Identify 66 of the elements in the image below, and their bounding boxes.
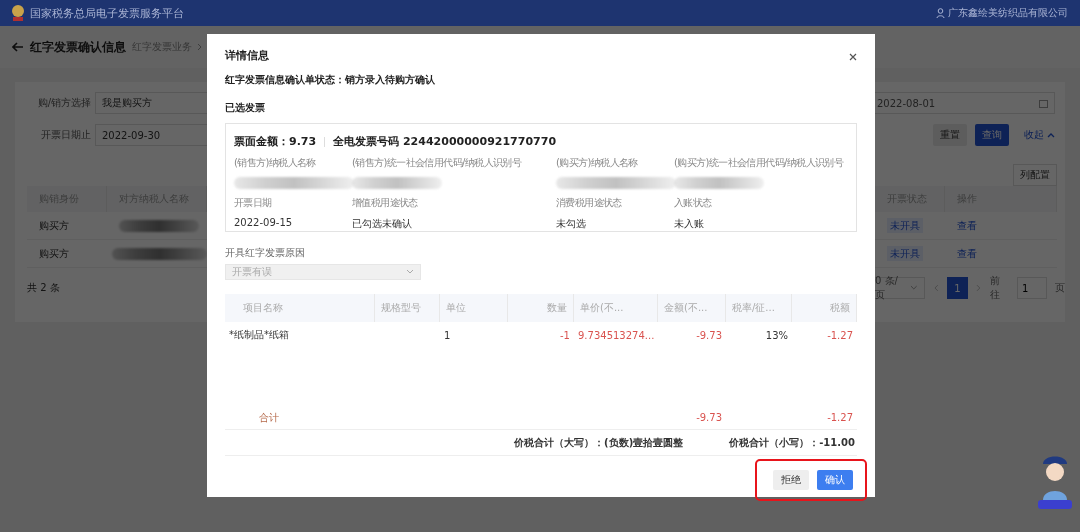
field-label: (销售方)纳税人名称 — [234, 157, 316, 169]
sum-text: 价税合计（小写）：-11.00 — [729, 435, 855, 450]
chevron-down-icon — [910, 285, 918, 291]
confirm-button[interactable]: 确认 — [817, 470, 853, 490]
column-header: 税率/征... — [726, 294, 792, 322]
table-cell-text: -1.27 — [826, 329, 854, 341]
chevron-up-icon — [1047, 132, 1055, 138]
field-label: 入账状态 — [674, 197, 712, 209]
field-value: 已勾选未确认 — [352, 217, 413, 231]
field-label: 开票日期 — [234, 197, 272, 209]
input-field[interactable]: 2022-09-30 — [95, 124, 207, 146]
input-field[interactable]: 我是购买方 — [95, 92, 207, 114]
back-arrow-icon[interactable] — [12, 42, 24, 52]
field-label: (购买方)纳税人名称 — [556, 157, 638, 169]
emblem-icon — [10, 4, 26, 22]
table-cell-text: 13% — [764, 329, 789, 341]
platform-title: 国家税务总局电子发票服务平台 — [30, 5, 184, 21]
goto-input[interactable]: 1 — [1017, 277, 1047, 299]
section-title: 已选发票 — [225, 101, 266, 115]
field-label: (购买方)统一社会信用代码/纳税人识别号 — [674, 157, 844, 169]
table-cell-text: 购买方 — [38, 218, 70, 233]
column-header: 单位 — [440, 294, 508, 322]
total-amount: -9.73 — [695, 412, 723, 423]
field-value: 未入账 — [674, 217, 705, 231]
calendar-icon — [1039, 98, 1048, 108]
table-cell-text: 1 — [443, 329, 452, 341]
column-header: 税额 — [792, 294, 857, 322]
table-cell-text: *纸制品*纸箱 — [228, 328, 290, 342]
table-cell-text: 购买方 — [38, 246, 70, 261]
search-button[interactable]: 查询 — [975, 124, 1009, 146]
reject-button[interactable]: 拒绝 — [773, 470, 809, 490]
view-link[interactable]: 查看 — [957, 219, 977, 231]
invoice-amount: 票面金额：9.73 — [234, 134, 317, 149]
total-label: 合计 — [258, 410, 280, 425]
field-value: 未勾选 — [556, 217, 587, 231]
sum-text: 价税合计（大写）：(负数)壹拾壹圆整 — [514, 435, 684, 450]
view-link[interactable]: 查看 — [957, 247, 977, 259]
column-header: 金额(不... — [658, 294, 726, 322]
collapse-link[interactable]: 收起 — [1017, 124, 1062, 146]
column-config-button[interactable]: 列配置 — [1013, 164, 1057, 186]
page-suffix: 页 — [1055, 281, 1065, 295]
column-header: 数量 — [508, 294, 574, 322]
user-icon — [936, 8, 945, 18]
table-cell-text: -9.73 — [695, 329, 723, 341]
dialog-title: 详情信息 — [225, 48, 269, 63]
column-header: 项目名称 — [225, 294, 375, 322]
total-tax: -1.27 — [826, 412, 854, 423]
close-icon — [849, 52, 857, 61]
reason-label: 开具红字发票原因 — [225, 246, 306, 260]
status-text: 红字发票信息确认单状态：销方录入待购方确认 — [225, 73, 436, 87]
table-cell-text: -1 — [559, 329, 571, 341]
company-name[interactable]: 广东鑫绘美纺织品有限公司 — [948, 6, 1068, 20]
chevron-icon — [197, 43, 203, 51]
field-label: 消费税用途状态 — [556, 197, 622, 209]
field-label: 增值税用途状态 — [352, 197, 418, 209]
table-cell-text: 9.734513274... — [577, 329, 656, 341]
column-header: 规格型号 — [375, 294, 440, 322]
column-header: 单价(不... — [574, 294, 658, 322]
chevron-down-icon — [406, 269, 414, 275]
page-title: 红字发票确认信息 — [30, 38, 126, 56]
field-value: 2022-09-15 — [234, 217, 294, 228]
page-button[interactable]: 1 — [946, 277, 969, 299]
invoice-number: 全电发票号码 22442000000921770770 — [333, 134, 557, 149]
date-field[interactable]: 2022-08-01 — [875, 92, 1055, 114]
total-count: 共 2 条 — [27, 281, 60, 295]
field-label: (销售方)统一社会信用代码/纳税人识别号 — [352, 157, 522, 169]
